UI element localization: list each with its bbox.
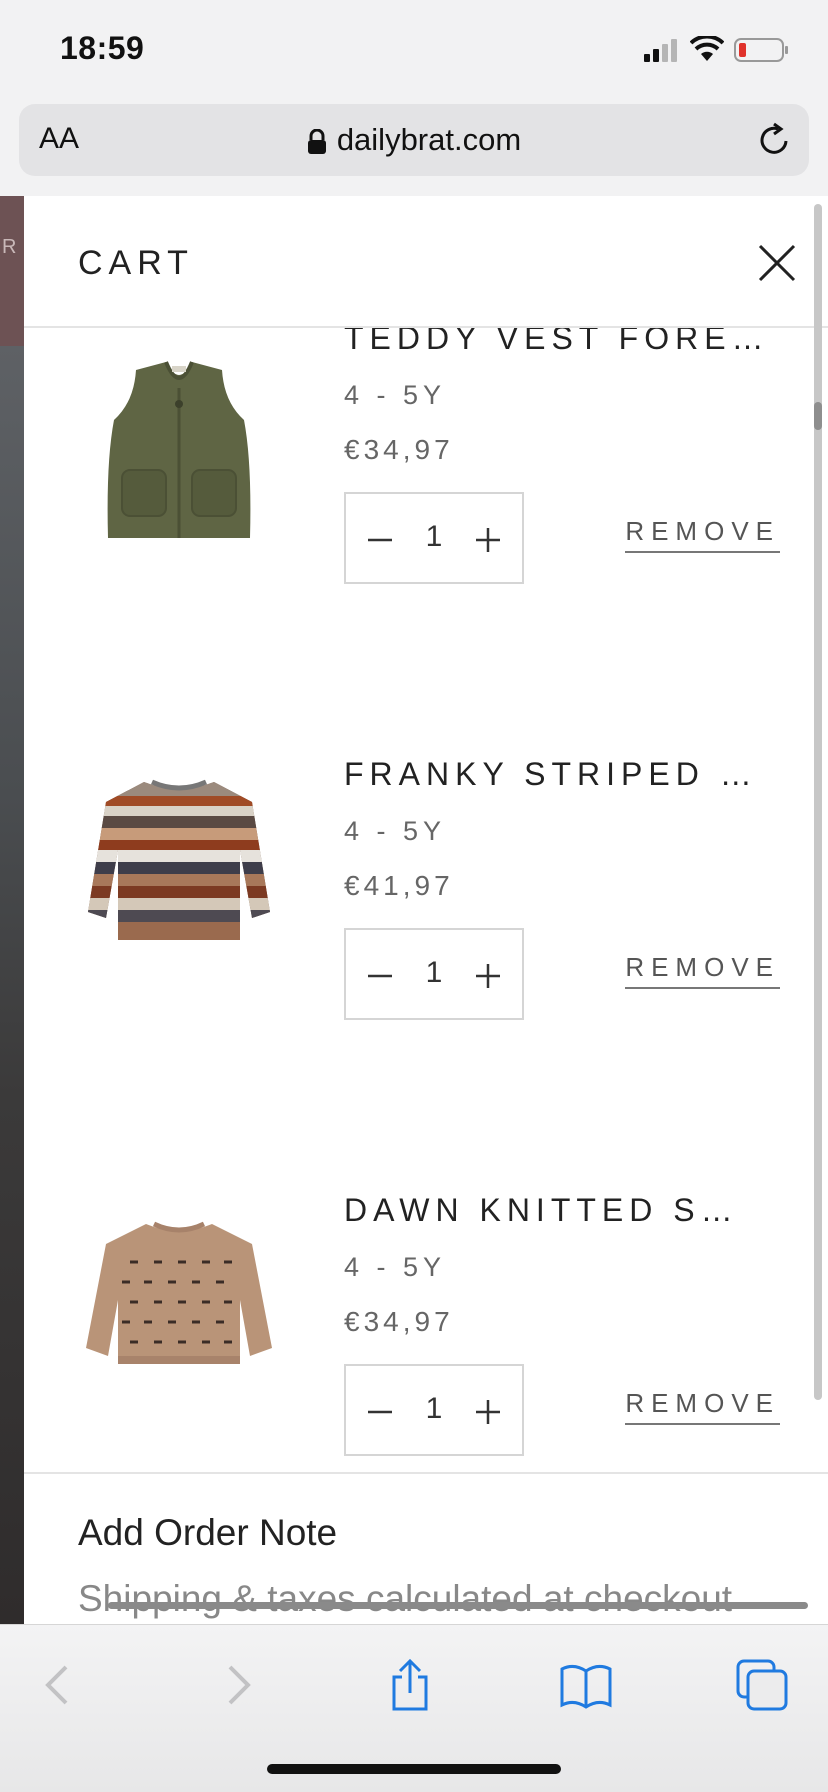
back-icon[interactable] bbox=[30, 1655, 90, 1715]
item-size: 4 - 5Y bbox=[344, 380, 447, 410]
item-title[interactable]: DAWN KNITTED S… bbox=[344, 1192, 739, 1229]
item-size: 4 - 5Y bbox=[344, 816, 447, 846]
add-order-note-link[interactable]: Add Order Note bbox=[78, 1512, 337, 1554]
shipping-note: Shipping & taxes calculated at checkout bbox=[78, 1578, 733, 1619]
url-text: dailybrat.com bbox=[336, 122, 522, 157]
item-price: €34,97 bbox=[344, 1306, 454, 1337]
status-bar: 18:59 bbox=[0, 0, 828, 100]
scrollbar-track[interactable] bbox=[814, 204, 822, 1400]
item-price: €34,97 bbox=[344, 434, 454, 465]
plus-icon[interactable] bbox=[470, 958, 506, 994]
address-bar[interactable]: AA dailybrat.com bbox=[19, 104, 809, 176]
item-price: €41,97 bbox=[344, 870, 454, 901]
cart-item: DAWN KNITTED S… 4 - 5Y €34,97 1 REMOVE bbox=[24, 1182, 828, 1468]
plus-icon[interactable] bbox=[470, 522, 506, 558]
horizontal-scroll-indicator bbox=[108, 1602, 808, 1609]
page-edge-overlay[interactable] bbox=[0, 196, 24, 1624]
cart-item: TEDDY VEST FORE… 4 - 5Y €34,97 1 REMOVE bbox=[24, 328, 828, 610]
remove-button[interactable]: REMOVE bbox=[625, 952, 780, 989]
reload-icon[interactable] bbox=[757, 121, 793, 159]
url-field[interactable]: dailybrat.com bbox=[19, 122, 809, 158]
quantity-stepper: 1 bbox=[344, 928, 524, 1020]
item-size: 4 - 5Y bbox=[344, 1252, 447, 1282]
quantity-stepper: 1 bbox=[344, 1364, 524, 1456]
plus-icon[interactable] bbox=[470, 1394, 506, 1430]
cart-footer: Add Order Note Shipping & taxes calculat… bbox=[24, 1472, 828, 1624]
wifi-icon bbox=[690, 36, 724, 61]
forward-icon[interactable] bbox=[206, 1655, 266, 1715]
home-indicator[interactable] bbox=[267, 1764, 561, 1774]
close-icon[interactable] bbox=[756, 242, 798, 284]
cart-item: FRANKY STRIPED … 4 - 5Y €41,97 1 REMOVE bbox=[24, 746, 828, 1046]
scrollbar-thumb[interactable] bbox=[814, 402, 822, 430]
bookmarks-icon[interactable] bbox=[556, 1655, 616, 1715]
cart-drawer: CART TEDDY VEST FORE… 4 - 5Y €34,97 1 RE… bbox=[24, 196, 828, 1624]
page-edge-letter: R bbox=[2, 236, 17, 258]
product-image-teddy-vest[interactable] bbox=[74, 342, 284, 552]
product-image-franky-sweater[interactable] bbox=[74, 762, 284, 972]
cart-items-list[interactable]: TEDDY VEST FORE… 4 - 5Y €34,97 1 REMOVE bbox=[24, 328, 828, 1468]
share-icon[interactable] bbox=[380, 1655, 440, 1715]
status-time: 18:59 bbox=[60, 30, 145, 66]
lock-icon bbox=[307, 128, 326, 154]
status-icons bbox=[644, 36, 794, 66]
battery-low-icon bbox=[734, 38, 788, 62]
cart-title: CART bbox=[78, 244, 194, 282]
item-title[interactable]: TEDDY VEST FORE… bbox=[344, 328, 770, 357]
tabs-icon[interactable] bbox=[732, 1655, 792, 1715]
remove-button[interactable]: REMOVE bbox=[625, 516, 780, 553]
remove-button[interactable]: REMOVE bbox=[625, 1388, 780, 1425]
cart-header: CART bbox=[24, 196, 828, 328]
item-title[interactable]: FRANKY STRIPED … bbox=[344, 756, 758, 793]
product-image-dawn-sweater[interactable] bbox=[74, 1200, 284, 1410]
quantity-stepper: 1 bbox=[344, 492, 524, 584]
cellular-signal-icon bbox=[644, 39, 677, 62]
